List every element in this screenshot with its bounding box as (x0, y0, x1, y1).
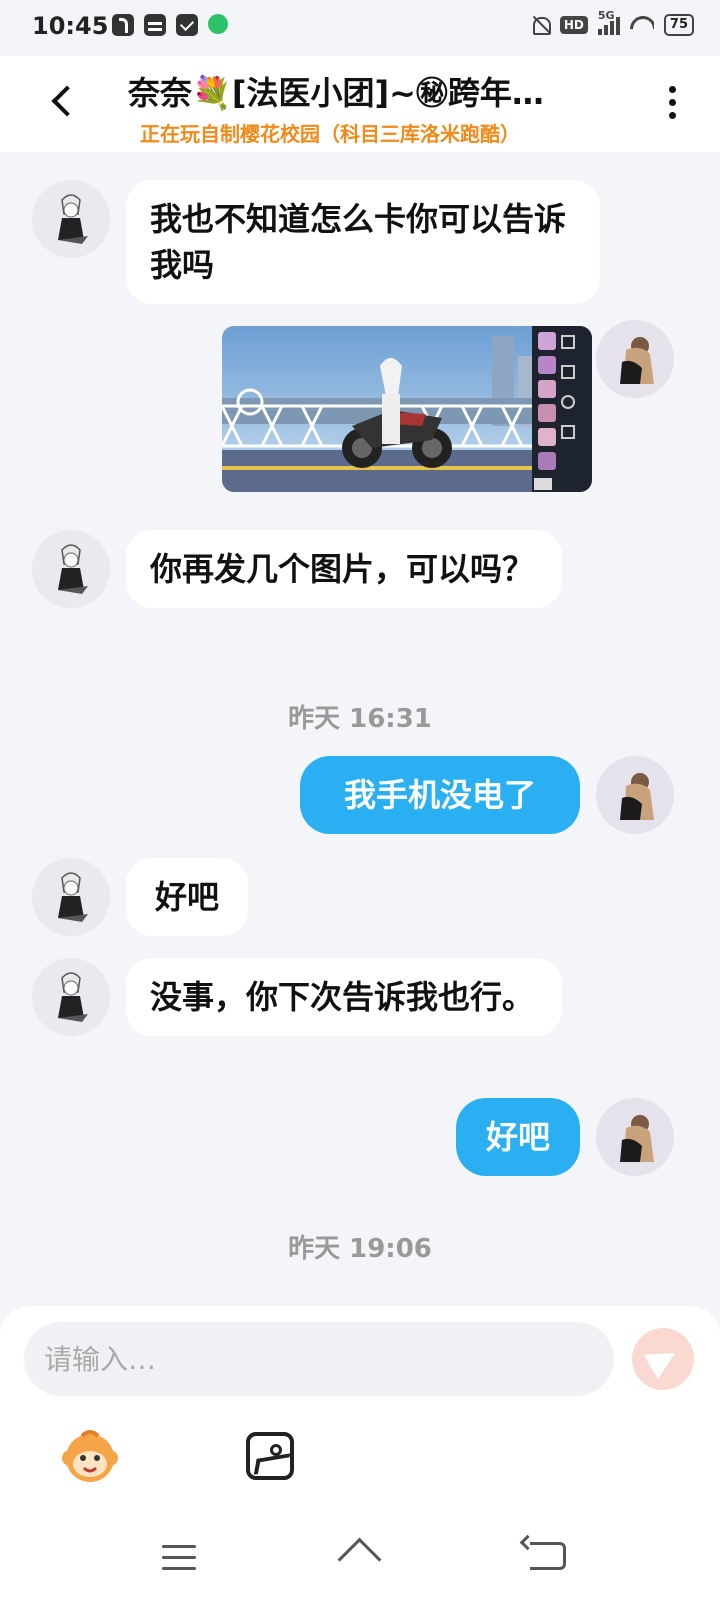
status-time: 10:45 (32, 12, 109, 40)
message-bubble-incoming[interactable]: 没事，你下次告诉我也行。 (126, 958, 562, 1036)
message-input[interactable] (24, 1322, 614, 1396)
wifi-icon (630, 16, 654, 34)
chat-subtitle: 正在玩自制樱花校园（科目三库洛米跑酷） (140, 122, 520, 146)
message-bubble-incoming[interactable]: 你再发几个图片，可以吗？ (126, 530, 562, 608)
message-bubble-outgoing[interactable]: 我手机没电了 (300, 756, 580, 834)
timestamp: 昨天 19:06 (288, 1234, 432, 1264)
contact-avatar[interactable] (32, 958, 110, 1036)
nav-menu-button[interactable] (162, 1545, 196, 1570)
chat-title: 奈奈💐[法医小团]~㊙跨年… (128, 74, 544, 112)
my-avatar[interactable] (596, 756, 674, 834)
hd-icon: HD (559, 16, 588, 34)
timestamp: 昨天 16:31 (288, 704, 432, 734)
message-bubble-outgoing[interactable]: 好吧 (456, 1098, 580, 1176)
contact-avatar[interactable] (32, 180, 110, 258)
contact-avatar[interactable] (32, 858, 110, 936)
back-button[interactable] (40, 78, 84, 122)
chat-messages: 我也不知道怎么卡你可以告诉我吗 你再发几个图片，可以吗？ 昨天 16:31 我手… (0, 152, 720, 1307)
monkey-emoji-icon[interactable] (60, 1426, 120, 1486)
send-icon[interactable] (632, 1328, 694, 1390)
message-bubble-incoming[interactable]: 我也不知道怎么卡你可以告诉我吗 (126, 180, 600, 304)
nav-home-button[interactable] (338, 1540, 384, 1574)
network-label: 5G (597, 9, 615, 22)
contact-avatar[interactable] (32, 530, 110, 608)
status-bar: 10:45 HD 5G 75 (0, 0, 720, 56)
image-message[interactable] (222, 326, 592, 492)
battery-icon: 75 (663, 14, 694, 36)
mail-icon (176, 14, 198, 36)
nav-back-button[interactable] (530, 1542, 566, 1570)
signal-icon: 5G (597, 9, 620, 35)
tiktok-icon (112, 14, 134, 36)
notification-icons (112, 14, 228, 36)
wallet-icon (144, 14, 166, 36)
my-avatar[interactable] (596, 320, 674, 398)
status-right: HD 5G 75 (530, 9, 694, 36)
my-avatar[interactable] (596, 1098, 674, 1176)
photo-icon[interactable] (246, 1432, 294, 1480)
app-notification-icon (208, 14, 228, 34)
mute-icon (530, 14, 551, 36)
chat-header: 奈奈💐[法医小团]~㊙跨年… 正在玩自制樱花校园（科目三库洛米跑酷） (0, 56, 720, 152)
message-bubble-incoming[interactable]: 好吧 (126, 858, 248, 936)
more-options-button[interactable] (666, 86, 678, 126)
